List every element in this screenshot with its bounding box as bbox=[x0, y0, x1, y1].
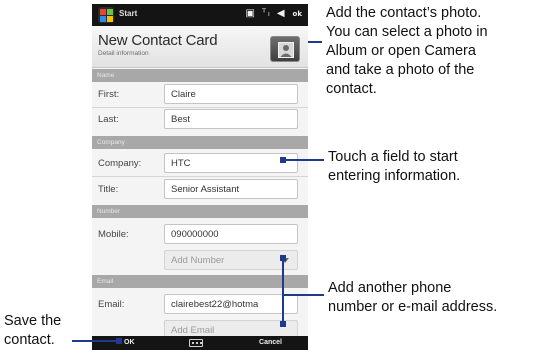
section-company: Company bbox=[92, 136, 308, 149]
start-label[interactable]: Start bbox=[119, 9, 137, 18]
field-callout: Touch a field to start entering informat… bbox=[328, 148, 460, 186]
first-name-field[interactable]: Claire bbox=[164, 84, 298, 104]
photo-callout-line bbox=[308, 41, 322, 43]
email-label: Email: bbox=[98, 299, 125, 310]
last-name-field[interactable]: Best bbox=[164, 109, 298, 129]
photo-callout: Add the contact’s photo. You can select … bbox=[326, 4, 488, 99]
field-callout-line-1: Touch a field to start bbox=[328, 149, 458, 165]
job-title-label: Title: bbox=[98, 184, 119, 195]
last-name-label: Last: bbox=[98, 114, 119, 125]
add-callout: Add another phone number or e-mail addre… bbox=[328, 279, 497, 317]
photo-callout-line-5: contact. bbox=[326, 81, 377, 97]
section-name: Name bbox=[92, 69, 308, 82]
signal-volume-icons: ▣ ᵀₗ ◀ bbox=[245, 8, 291, 19]
save-callout-dot bbox=[116, 338, 122, 344]
title-bar: Start ▣ ᵀₗ ◀ ok bbox=[92, 4, 308, 26]
add-callout-line bbox=[282, 294, 324, 296]
page-subtitle: Detail information bbox=[98, 50, 149, 57]
page-title: New Contact Card bbox=[98, 32, 218, 49]
softkey-bar: OK Cancel bbox=[92, 336, 308, 350]
email-field[interactable]: clairebest22@hotma bbox=[164, 294, 298, 314]
section-email: Email bbox=[92, 275, 308, 288]
photo-callout-line-2: You can select a photo in bbox=[326, 24, 488, 40]
add-email-label: Add Email bbox=[171, 325, 215, 336]
divider bbox=[92, 107, 308, 108]
first-name-label: First: bbox=[98, 89, 120, 100]
status-icons: ▣ ᵀₗ ◀ ok bbox=[246, 8, 302, 19]
photo-callout-line-3: Album or open Camera bbox=[326, 43, 476, 59]
mobile-field[interactable]: 090000000 bbox=[164, 224, 298, 244]
add-number-button[interactable]: Add Number bbox=[164, 250, 298, 270]
save-callout-line-2: contact. bbox=[4, 332, 55, 348]
company-field[interactable]: HTC bbox=[164, 153, 298, 173]
ok-softkey[interactable]: OK bbox=[124, 339, 135, 346]
windows-start-icon[interactable] bbox=[98, 7, 114, 23]
contact-header: New Contact Card Detail information bbox=[92, 26, 308, 68]
add-callout-line-2: number or e-mail address. bbox=[328, 299, 498, 315]
person-icon bbox=[278, 42, 294, 58]
section-number: Number bbox=[92, 205, 308, 218]
save-callout: Save the contact. bbox=[4, 312, 61, 350]
keyboard-icon[interactable] bbox=[189, 339, 203, 347]
photo-callout-line-1: Add the contact’s photo. bbox=[326, 5, 482, 21]
mobile-label: Mobile: bbox=[98, 229, 129, 240]
field-callout-line-2: entering information. bbox=[328, 168, 461, 184]
add-callout-line-1: Add another phone bbox=[328, 280, 452, 296]
field-callout-line bbox=[284, 159, 324, 161]
add-callout-vertical-line bbox=[282, 258, 284, 324]
phone-screen: Start ▣ ᵀₗ ◀ ok New Contact Card Detail … bbox=[92, 4, 308, 350]
save-callout-line bbox=[72, 340, 118, 342]
ok-status-button[interactable]: ok bbox=[293, 10, 302, 18]
photo-callout-line-4: and take a photo of the bbox=[326, 62, 475, 78]
contact-photo-button[interactable] bbox=[270, 36, 300, 62]
save-callout-line-1: Save the bbox=[4, 313, 62, 329]
company-label: Company: bbox=[98, 158, 142, 169]
divider bbox=[92, 176, 308, 177]
job-title-field[interactable]: Senior Assistant bbox=[164, 179, 298, 199]
cancel-softkey[interactable]: Cancel bbox=[259, 339, 282, 346]
add-number-label: Add Number bbox=[171, 255, 225, 266]
